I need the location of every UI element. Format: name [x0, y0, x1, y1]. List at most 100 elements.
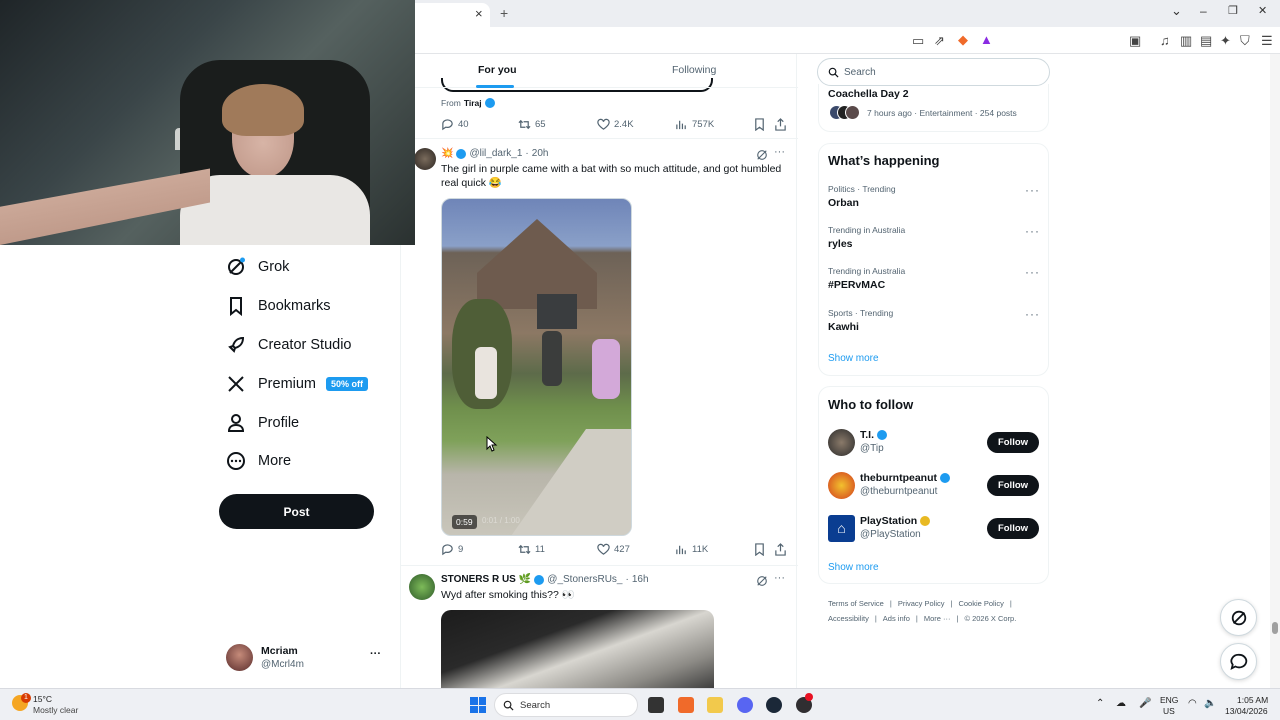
tray-overflow-icon[interactable]: ⌃ [1096, 698, 1104, 709]
post-button[interactable]: Post [219, 494, 374, 529]
coachella-card[interactable]: Coachella Day 2 7 hours ago · Entertainm… [818, 84, 1049, 132]
page-scrollbar[interactable] [1270, 54, 1280, 688]
cast-icon[interactable]: ▭ [912, 34, 924, 47]
footer-link[interactable]: More ··· [924, 614, 951, 623]
share-icon[interactable]: ⇗ [934, 34, 945, 47]
follow-show-more[interactable]: Show more [828, 562, 879, 573]
tweet-media[interactable] [441, 610, 714, 688]
scrollbar-thumb[interactable] [1272, 622, 1278, 634]
bookmark-button[interactable] [753, 118, 766, 131]
tray-app-icon[interactable]: ☁ [1116, 698, 1126, 709]
wallet-icon[interactable]: ▤ [1200, 34, 1212, 47]
discord-icon[interactable] [737, 697, 753, 713]
tweet-more-icon[interactable]: ··· [774, 572, 785, 584]
messages-float-button[interactable] [1220, 643, 1257, 680]
minimize-icon[interactable]: – [1200, 4, 1207, 18]
repost-button[interactable]: 11 [518, 543, 545, 556]
music-icon[interactable]: ♫ [1160, 34, 1170, 47]
browser-tab-active[interactable]: × [405, 3, 490, 27]
nav-item-bookmarks[interactable]: Bookmarks [226, 291, 331, 321]
tweet-more-icon[interactable]: ··· [774, 146, 785, 158]
brave-browser-icon[interactable] [678, 697, 694, 713]
follow-button[interactable]: Follow [987, 432, 1039, 453]
footer-link[interactable]: Ads info [883, 614, 910, 623]
brave-rewards-icon[interactable]: ▲ [980, 33, 993, 46]
leo-ai-icon[interactable]: ✦ [1220, 34, 1231, 47]
trend-item[interactable]: Politics · Trending Orban ··· [828, 183, 1040, 214]
search-box[interactable]: Search [817, 58, 1050, 86]
language-bottom[interactable]: US [1163, 706, 1175, 716]
menu-icon[interactable]: ☰ [1261, 34, 1273, 47]
reader-icon[interactable]: ▥ [1180, 34, 1192, 47]
trend-more-icon[interactable]: ··· [1025, 224, 1040, 238]
follow-suggestion[interactable]: T.I. @Tip Follow [828, 427, 1043, 459]
bookmark-button[interactable] [753, 543, 766, 556]
footer-link[interactable]: Terms of Service [828, 599, 884, 608]
trend-more-icon[interactable]: ··· [1025, 307, 1040, 321]
author-handle[interactable]: @_StonersRUs_ [547, 574, 622, 585]
share-button[interactable] [774, 118, 787, 131]
tweet-time[interactable]: 20h [532, 148, 549, 159]
account-more-icon[interactable]: ··· [370, 648, 381, 660]
follow-suggestion[interactable]: theburntpeanut @theburntpeanut Follow [828, 470, 1043, 502]
tweet[interactable]: STONERS R US 🌿 @_StonersRUs_ · 16h ··· W… [401, 566, 798, 688]
grok-explain-icon[interactable] [756, 149, 768, 161]
tab-following[interactable]: Following [672, 64, 716, 76]
follow-suggestion[interactable]: ⌂ PlayStation @PlayStation Follow [828, 513, 1043, 545]
trend-more-icon[interactable]: ··· [1025, 183, 1040, 197]
reply-button[interactable]: 40 [441, 118, 469, 131]
nav-item-more[interactable]: More [226, 446, 291, 476]
vpn-icon[interactable]: ⛉ [1240, 34, 1250, 47]
repost-button[interactable]: 65 [518, 118, 546, 131]
task-view-icon[interactable] [648, 697, 664, 713]
like-button[interactable]: 427 [597, 543, 630, 556]
microphone-icon[interactable]: 🎤 [1139, 698, 1151, 709]
views-button[interactable]: 757K [675, 118, 714, 131]
language-top[interactable]: ENG [1160, 695, 1178, 705]
share-button[interactable] [774, 543, 787, 556]
nav-item-grok[interactable]: Grok [226, 252, 289, 282]
trend-item[interactable]: Trending in Australia ryles ··· [828, 224, 1040, 255]
grok-explain-icon[interactable] [756, 575, 768, 587]
nav-item-creator-studio[interactable]: Creator Studio [226, 330, 352, 360]
volume-icon[interactable]: 🔈 [1204, 698, 1216, 709]
restore-icon[interactable]: ❐ [1228, 4, 1238, 17]
trends-show-more[interactable]: Show more [828, 353, 879, 364]
trend-item[interactable]: Trending in Australia #PERvMAC ··· [828, 265, 1040, 296]
footer-link[interactable]: Privacy Policy [898, 599, 945, 608]
author-name[interactable]: STONERS R US [441, 574, 516, 585]
video-player[interactable]: 0:59 0:01 / 1:00 [441, 198, 632, 536]
taskbar-search[interactable]: Search [494, 693, 638, 717]
start-button[interactable] [470, 697, 486, 713]
tab-for-you[interactable]: For you [478, 64, 517, 76]
weather-widget[interactable]: 1 15°C Mostly clear [12, 693, 102, 717]
tab-list-icon[interactable]: ⌄ [1171, 3, 1182, 19]
from-name[interactable]: Tiraj [464, 98, 482, 108]
nav-item-profile[interactable]: Profile [226, 408, 299, 438]
grok-float-button[interactable] [1220, 599, 1257, 636]
follow-button[interactable]: Follow [987, 518, 1039, 539]
sidebar-toggle-icon[interactable]: ▣ [1129, 34, 1141, 47]
file-explorer-icon[interactable] [707, 697, 723, 713]
brave-shield-icon[interactable]: ◆ [958, 33, 968, 46]
nav-item-premium[interactable]: Premium 50% off [226, 369, 369, 399]
follow-button[interactable]: Follow [987, 475, 1039, 496]
trend-more-icon[interactable]: ··· [1025, 265, 1040, 279]
tweet[interactable]: 💥 @lil_dark_1 · 20h ··· The girl in purp… [401, 139, 798, 565]
trend-item[interactable]: Sports · Trending Kawhi ··· [828, 307, 1040, 338]
footer-link[interactable]: Accessibility [828, 614, 869, 623]
new-tab-icon[interactable]: + [500, 5, 508, 21]
author-handle[interactable]: @lil_dark_1 [469, 148, 522, 159]
steam-icon[interactable] [766, 697, 782, 713]
video-controls-overlay[interactable]: 0:01 / 1:00 [482, 516, 520, 525]
clock-time[interactable]: 1:05 AM [1237, 695, 1268, 705]
footer-link[interactable]: Cookie Policy [958, 599, 1003, 608]
like-button[interactable]: 2.4K [597, 118, 634, 131]
tab-close-icon[interactable]: × [475, 6, 483, 21]
tweet-time[interactable]: 16h [632, 574, 649, 585]
clock-date[interactable]: 13/04/2026 [1225, 706, 1268, 716]
author-name-emoji[interactable]: 💥 [441, 148, 453, 159]
reply-button[interactable]: 9 [441, 543, 463, 556]
views-button[interactable]: 11K [675, 543, 708, 556]
close-window-icon[interactable]: ✕ [1258, 4, 1267, 17]
